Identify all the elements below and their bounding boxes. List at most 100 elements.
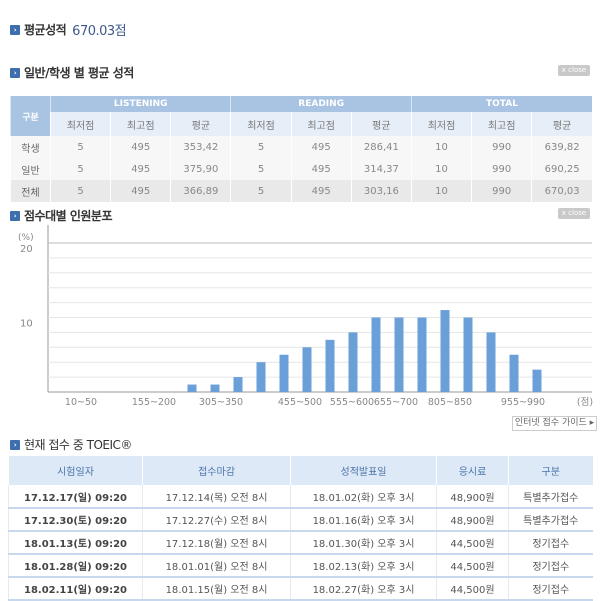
column-header: 응시료 xyxy=(436,456,509,485)
bar-805~850 xyxy=(463,317,473,392)
header-gubun: 구분 xyxy=(10,96,51,136)
y-axis-label: (%) xyxy=(18,233,34,243)
toeic-title-text: 현재 접수 중 TOEIC® xyxy=(24,438,132,452)
x-tick-label: 10~50 xyxy=(65,397,97,408)
cell: 314,37 xyxy=(350,158,412,180)
x-axis-label: (점) xyxy=(577,396,593,408)
cell: 286,41 xyxy=(350,136,412,158)
cell: 5 xyxy=(49,158,111,180)
cell: 특별추가접수 xyxy=(508,508,593,532)
cell: 특별추가접수 xyxy=(508,485,593,509)
cell: 48,900원 xyxy=(436,508,509,532)
internet-guide-button[interactable]: 인터넷 접수 가이드 ▸ xyxy=(512,416,597,431)
column-header: 성적발표일 xyxy=(290,456,437,485)
cell: 495 xyxy=(110,136,171,158)
cell: 495 xyxy=(110,180,171,202)
header-reading: READING xyxy=(230,96,412,112)
avg-section-title: › 일반/학생 별 평균 성적 xyxy=(10,64,134,81)
header-total: TOTAL xyxy=(410,96,592,112)
cell: 495 xyxy=(290,180,352,202)
x-tick-label: 155~200 xyxy=(132,397,176,408)
bar-555~600 xyxy=(348,332,358,392)
table-row: 17.12.30(토) 09:20 17.12.27(수) 오전 8시 18.01.… xyxy=(8,508,593,532)
bar-505~550 xyxy=(325,339,335,392)
chevron-right-icon: › xyxy=(10,439,20,450)
column-header: 접수마감 xyxy=(142,456,291,485)
row-label: 학생 xyxy=(10,136,51,158)
chevron-right-icon: › xyxy=(10,24,20,35)
cell: 48,900원 xyxy=(436,485,509,509)
bar-855~900 xyxy=(486,332,496,392)
distribution-chart: (%)20 10 10~50 155~200 305~350 455~500 555~600… xyxy=(18,225,593,408)
cell: 639,82 xyxy=(531,136,592,158)
bar-355~400 xyxy=(256,362,266,392)
bar-655~700 xyxy=(394,317,404,392)
dist-title-text: 점수대별 인원분포 xyxy=(24,209,113,223)
toeic-schedule-table: 시험일자 접수마감 성적발표일 응시료 구분 17.12.17(일) 09:20 17.1… xyxy=(8,456,593,601)
subheader: 최저점 xyxy=(410,112,472,136)
column-header: 구분 xyxy=(508,456,593,485)
dist-section-title: › 점수대별 인원분포 xyxy=(10,207,113,224)
bar-755~800 xyxy=(440,310,450,392)
cell: 17.12.14(목) 오전 8시 xyxy=(142,485,291,509)
cell: 18.02.13(화) 오후 3시 xyxy=(290,554,437,578)
x-tick-label: 805~850 xyxy=(428,397,472,408)
subheader: 최고점 xyxy=(110,112,171,136)
bar-205~250 xyxy=(187,384,197,392)
cell: 44,500원 xyxy=(436,531,509,555)
cell: 495 xyxy=(290,158,352,180)
x-tick-label: 955~990 xyxy=(501,397,545,408)
cell: 17.12.27(수) 오전 8시 xyxy=(142,508,291,532)
summary-value: 670.03점 xyxy=(72,24,127,39)
cell: 18.02.11(일) 09:20 xyxy=(8,577,143,601)
cell: 18.01.13(토) 09:20 xyxy=(8,531,143,555)
bar-705~750 xyxy=(417,317,427,392)
bar-605~650 xyxy=(371,317,381,392)
column-header: 시험일자 xyxy=(8,456,143,485)
bar-455~500 xyxy=(302,347,312,392)
cell: 정기접수 xyxy=(508,577,593,601)
avg-score-table: 구분 LISTENING READING TOTAL 최저점 최고점 평균 최저점 최고… xyxy=(10,96,592,202)
cell: 495 xyxy=(110,158,171,180)
bar-255~300 xyxy=(210,384,220,392)
cell: 366,89 xyxy=(170,180,231,202)
x-tick-label: 305~350 xyxy=(199,397,243,408)
cell: 18.01.30(화) 오후 3시 xyxy=(290,531,437,555)
x-tick-label: 655~700 xyxy=(374,397,418,408)
subheader: 평균 xyxy=(531,112,592,136)
bar-305~350 xyxy=(233,377,243,392)
cell: 5 xyxy=(49,136,111,158)
x-tick-label: 455~500 xyxy=(278,397,322,408)
toeic-section-title: › 현재 접수 중 TOEIC® xyxy=(10,436,132,453)
cell: 495 xyxy=(290,136,352,158)
cell: 353,42 xyxy=(170,136,231,158)
table-row: 18.01.28(일) 09:20 18.01.01(월) 오전 8시 18.02.… xyxy=(8,554,593,578)
subheader: 최고점 xyxy=(290,112,352,136)
cell: 670,03 xyxy=(531,180,592,202)
row-label: 일반 xyxy=(10,158,51,180)
bar-405~450 xyxy=(279,354,289,392)
subheader: 최저점 xyxy=(230,112,292,136)
chevron-right-icon: › xyxy=(10,67,20,78)
cell: 18.02.27(화) 오후 3시 xyxy=(290,577,437,601)
cell: 10 xyxy=(410,158,472,180)
y-tick-label: 10 xyxy=(20,319,33,330)
table-row: 18.02.11(일) 09:20 18.01.15(월) 오전 8시 18.02.… xyxy=(8,577,593,601)
subheader: 최저점 xyxy=(49,112,111,136)
avg-close-button[interactable]: x close xyxy=(558,65,590,76)
cell: 44,500원 xyxy=(436,554,509,578)
subheader: 평균 xyxy=(350,112,412,136)
dist-close-button[interactable]: x close xyxy=(558,208,590,219)
cell: 17.12.17(일) 09:20 xyxy=(8,485,143,509)
cell: 5 xyxy=(230,180,292,202)
cell: 18.01.15(월) 오전 8시 xyxy=(142,577,291,601)
cell: 18.01.16(화) 오후 3시 xyxy=(290,508,437,532)
cell: 10 xyxy=(410,180,472,202)
avg-title-text: 일반/학생 별 평균 성적 xyxy=(24,66,134,80)
table-row: 일반 5 495 375,90 5 495 314,37 10 990 690,25 xyxy=(10,158,592,180)
cell: 18.01.01(월) 오전 8시 xyxy=(142,554,291,578)
row-label: 전체 xyxy=(10,180,51,202)
subheader: 평균 xyxy=(170,112,231,136)
y-tick-label: 20 xyxy=(20,244,33,255)
cell: 990 xyxy=(471,136,532,158)
